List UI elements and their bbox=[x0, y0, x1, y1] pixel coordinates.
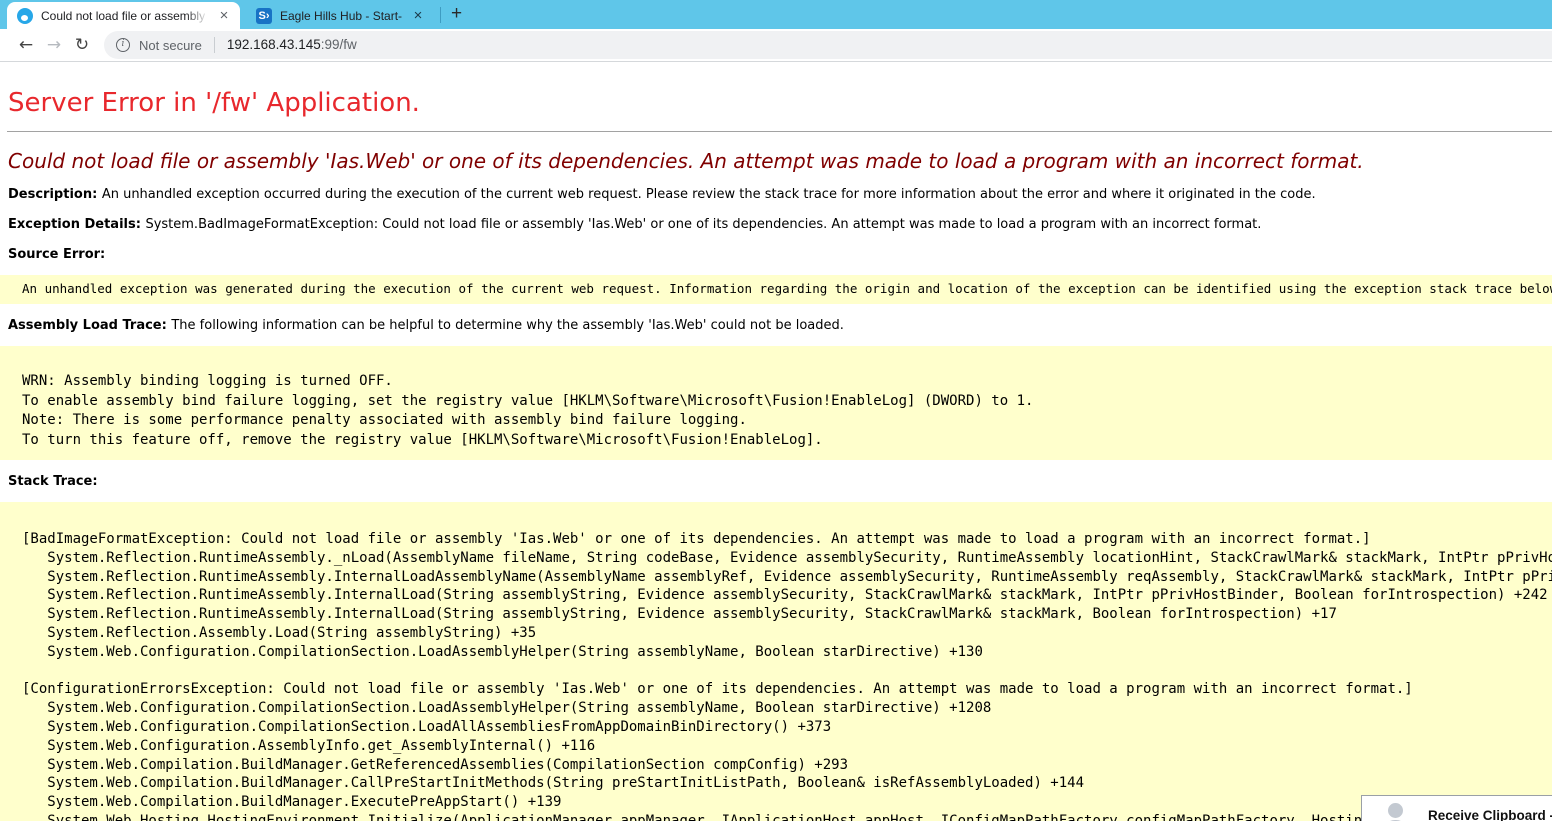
assembly-load-trace-label: Assembly Load Trace: bbox=[8, 318, 171, 333]
tab-close-icon[interactable]: × bbox=[216, 8, 232, 24]
receive-clipboard-notification[interactable]: Receive Clipboard - 1 bbox=[1361, 795, 1552, 821]
person-icon bbox=[1388, 803, 1403, 818]
tab-title: Eagle Hills Hub - Start-Original bbox=[280, 9, 402, 23]
error-page-content: Server Error in '/fw' Application. Could… bbox=[0, 62, 1552, 821]
browser-toolbar: ← → ↻ i Not secure 192.168.43.145:99/fw bbox=[0, 29, 1552, 62]
stack-trace-box: [BadImageFormatException: Could not load… bbox=[0, 502, 1552, 821]
sharepoint-favicon-icon: S› bbox=[256, 8, 272, 24]
tab-title: Could not load file or assembly 'I bbox=[41, 9, 208, 23]
description-text: An unhandled exception occurred during t… bbox=[102, 187, 1316, 202]
new-tab-button[interactable]: + bbox=[449, 3, 468, 27]
error-message: Could not load file or assembly 'Ias.Web… bbox=[8, 149, 1544, 173]
assembly-binding-log-box: WRN: Assembly binding logging is turned … bbox=[0, 346, 1552, 460]
stack-trace-label-line: Stack Trace: bbox=[8, 474, 1544, 490]
back-icon[interactable]: ← bbox=[12, 35, 40, 55]
assembly-load-trace-line: Assembly Load Trace: The following infor… bbox=[8, 318, 1544, 334]
description-line: Description: An unhandled exception occu… bbox=[8, 187, 1544, 203]
exception-details-label: Exception Details: bbox=[8, 217, 145, 232]
browser-tab-strip: Could not load file or assembly 'I × S› … bbox=[0, 0, 1552, 29]
description-label: Description: bbox=[8, 187, 102, 202]
exception-details-line: Exception Details: System.BadImageFormat… bbox=[8, 217, 1544, 233]
url-path: :99/fw bbox=[321, 37, 357, 52]
omnibox-divider bbox=[214, 37, 215, 53]
tab-close-icon[interactable]: × bbox=[410, 8, 426, 24]
source-error-box: An unhandled exception was generated dur… bbox=[0, 275, 1552, 304]
info-icon[interactable]: i bbox=[116, 38, 130, 52]
page-title: Server Error in '/fw' Application. bbox=[8, 88, 1544, 118]
not-secure-label: Not secure bbox=[139, 38, 202, 53]
tab-strip-divider bbox=[440, 7, 441, 23]
tab-eagle-hills-hub[interactable]: S› Eagle Hills Hub - Start-Original × bbox=[246, 2, 432, 29]
notification-title: Receive Clipboard - 1 bbox=[1428, 796, 1552, 821]
reload-icon[interactable]: ↻ bbox=[68, 35, 96, 55]
error-page-favicon-icon bbox=[17, 8, 33, 24]
exception-details-text: System.BadImageFormatException: Could no… bbox=[145, 217, 1261, 232]
user-avatar bbox=[1362, 796, 1428, 821]
tab-server-error[interactable]: Could not load file or assembly 'I × bbox=[7, 2, 240, 29]
source-error-label-line: Source Error: bbox=[8, 247, 1544, 263]
title-divider bbox=[7, 131, 1552, 132]
forward-icon[interactable]: → bbox=[40, 35, 68, 55]
address-bar[interactable]: i Not secure 192.168.43.145:99/fw bbox=[104, 31, 1552, 59]
assembly-load-trace-text: The following information can be helpful… bbox=[171, 318, 844, 333]
url-host: 192.168.43.145 bbox=[227, 37, 321, 52]
